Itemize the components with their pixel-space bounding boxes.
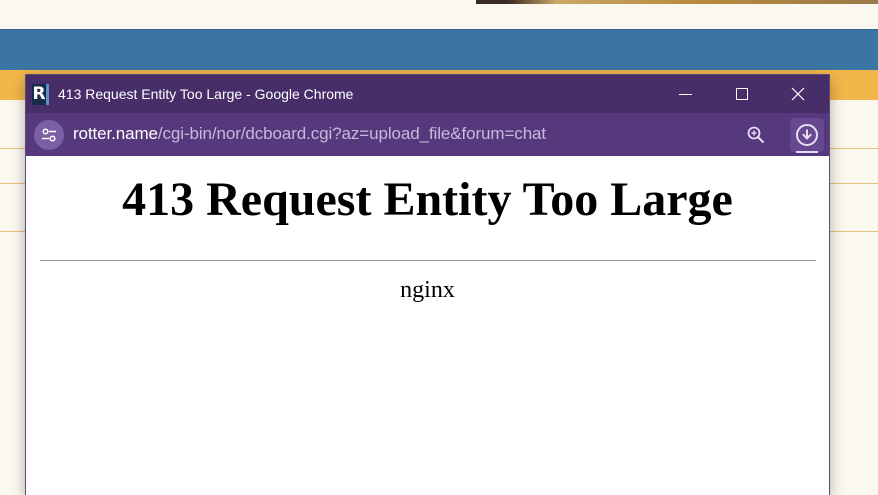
chrome-popup-window: R 413 Request Entity Too Large - Google … <box>26 75 829 495</box>
close-icon <box>791 87 804 101</box>
tune-icon <box>42 128 56 142</box>
minimize-button[interactable] <box>657 75 714 113</box>
download-button[interactable] <box>790 118 824 152</box>
maximize-button[interactable] <box>713 75 770 113</box>
site-info-button[interactable] <box>34 120 64 150</box>
horizontal-rule <box>40 260 816 261</box>
address-bar: rotter.name/cgi-bin/nor/dcboard.cgi?az=u… <box>26 113 829 156</box>
url-path: /cgi-bin/nor/dcboard.cgi?az=upload_file&… <box>157 124 547 143</box>
maximize-icon <box>735 88 748 100</box>
site-favicon: R <box>32 84 49 105</box>
background-banner-image <box>476 0 878 4</box>
download-progress-indicator <box>796 151 818 153</box>
zoom-button[interactable] <box>744 123 768 147</box>
minimize-icon <box>679 93 692 95</box>
zoom-in-icon <box>747 126 765 144</box>
url-domain: rotter.name <box>73 124 158 143</box>
close-button[interactable] <box>769 75 826 113</box>
server-name: nginx <box>400 277 455 303</box>
window-titlebar[interactable]: R 413 Request Entity Too Large - Google … <box>26 75 829 113</box>
window-title: 413 Request Entity Too Large - Google Ch… <box>58 86 354 102</box>
download-icon <box>796 124 818 146</box>
background-nav-bar <box>0 29 878 71</box>
url-field[interactable]: rotter.name/cgi-bin/nor/dcboard.cgi?az=u… <box>73 124 546 144</box>
page-content: 413 Request Entity Too Large nginx <box>26 156 829 495</box>
error-heading: 413 Request Entity Too Large <box>122 173 733 226</box>
